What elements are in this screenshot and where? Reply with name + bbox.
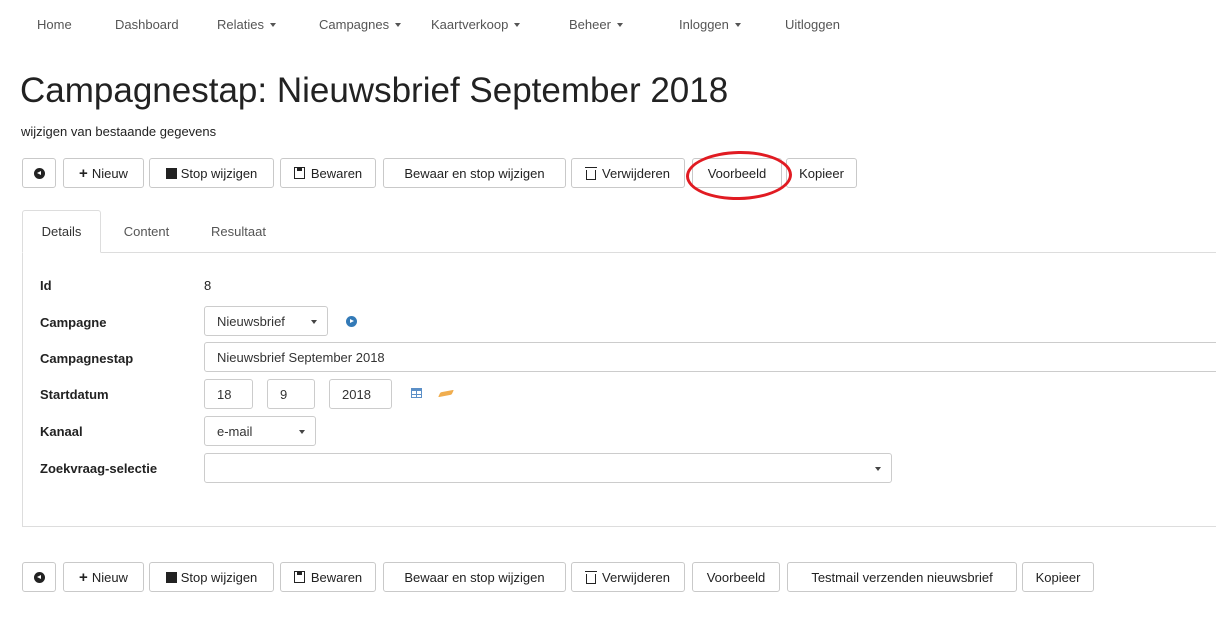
- nav-dashboard[interactable]: Dashboard: [115, 17, 179, 32]
- kanaal-select[interactable]: e-mail: [204, 416, 316, 446]
- back-circle-icon: [33, 571, 45, 583]
- campagnestap-input[interactable]: Nieuwsbrief September 2018: [204, 342, 1216, 372]
- preview-button[interactable]: Voorbeeld: [692, 562, 780, 592]
- save-button[interactable]: Bewaren: [280, 562, 376, 592]
- zoekvraag-select[interactable]: [204, 453, 892, 483]
- nav-inloggen[interactable]: Inloggen: [679, 17, 741, 32]
- save-label: Bewaren: [310, 569, 363, 585]
- save-and-stop-button[interactable]: Bewaar en stop wijzigen: [383, 158, 566, 188]
- stop-edit-button[interactable]: Stop wijzigen: [149, 158, 274, 188]
- nav-campagnes[interactable]: Campagnes: [319, 17, 402, 32]
- campagne-select-value: Nieuwsbrief: [217, 313, 285, 329]
- page-title: Campagnestap: Nieuwsbrief September 2018: [20, 71, 729, 110]
- save-label: Bewaren: [310, 165, 363, 181]
- tab-resultaat[interactable]: Resultaat: [195, 210, 282, 253]
- new-button[interactable]: + Nieuw: [63, 158, 144, 188]
- delete-label: Verwijderen: [602, 165, 670, 181]
- trash-icon: [585, 166, 598, 180]
- campagne-label: Campagne: [40, 315, 107, 330]
- page-subtitle: wijzigen van bestaande gegevens: [21, 124, 217, 139]
- stop-icon: [165, 571, 177, 583]
- tab-content[interactable]: Content: [108, 210, 185, 253]
- back-circle-icon: [33, 167, 45, 179]
- zoekvraag-label: Zoekvraag-selectie: [40, 461, 158, 476]
- back-button[interactable]: [22, 158, 56, 188]
- new-button-label: Nieuw: [91, 569, 128, 585]
- nav-campagnes-label: Campagnes: [319, 17, 390, 32]
- stop-edit-label: Stop wijzigen: [180, 569, 258, 585]
- arrow-right-circle-icon[interactable]: [346, 316, 357, 327]
- id-label: Id: [40, 278, 52, 293]
- plus-icon: +: [79, 568, 88, 586]
- nav-beheer-label: Beheer: [569, 17, 611, 32]
- nav-relaties[interactable]: Relaties: [217, 17, 276, 32]
- nav-relaties-label: Relaties: [217, 17, 264, 32]
- nav-uitloggen[interactable]: Uitloggen: [785, 17, 840, 32]
- delete-label: Verwijderen: [602, 569, 670, 585]
- delete-button[interactable]: Verwijderen: [571, 562, 685, 592]
- trash-icon: [585, 570, 598, 584]
- stop-edit-button[interactable]: Stop wijzigen: [149, 562, 274, 592]
- calendar-icon[interactable]: [411, 388, 422, 398]
- chevron-down-icon: [734, 23, 741, 27]
- chevron-down-icon: [514, 23, 521, 27]
- preview-button[interactable]: Voorbeeld: [692, 158, 782, 188]
- start-year-input[interactable]: 2018: [329, 379, 392, 409]
- save-button[interactable]: Bewaren: [280, 158, 376, 188]
- floppy-disk-icon: [293, 167, 305, 179]
- send-testmail-button[interactable]: Testmail verzenden nieuwsbrief: [787, 562, 1017, 592]
- chevron-down-icon: [875, 467, 881, 471]
- stop-icon: [165, 167, 177, 179]
- startdatum-label: Startdatum: [40, 387, 109, 402]
- chevron-down-icon: [299, 430, 305, 434]
- details-panel: [22, 252, 1216, 527]
- delete-button[interactable]: Verwijderen: [571, 158, 685, 188]
- nav-home[interactable]: Home: [37, 17, 72, 32]
- start-month-input[interactable]: 9: [267, 379, 315, 409]
- top-navbar: Home Dashboard Relaties Campagnes Kaartv…: [0, 0, 1216, 48]
- chevron-down-icon: [269, 23, 276, 27]
- nav-kaartverkoop[interactable]: Kaartverkoop: [431, 17, 521, 32]
- start-day-input[interactable]: 18: [204, 379, 253, 409]
- chevron-down-icon: [311, 320, 317, 324]
- campagnestap-label: Campagnestap: [40, 351, 134, 366]
- nav-kaartverkoop-label: Kaartverkoop: [431, 17, 509, 32]
- save-and-stop-button[interactable]: Bewaar en stop wijzigen: [383, 562, 566, 592]
- nav-beheer[interactable]: Beheer: [569, 17, 623, 32]
- id-value: 8: [204, 278, 212, 293]
- campagne-select[interactable]: Nieuwsbrief: [204, 306, 328, 336]
- new-button-label: Nieuw: [91, 165, 128, 181]
- nav-inloggen-label: Inloggen: [679, 17, 729, 32]
- chevron-down-icon: [616, 23, 623, 27]
- back-button[interactable]: [22, 562, 56, 592]
- floppy-disk-icon: [293, 571, 305, 583]
- chevron-down-icon: [395, 23, 402, 27]
- plus-icon: +: [79, 164, 88, 182]
- tab-details[interactable]: Details: [22, 210, 101, 253]
- kanaal-label: Kanaal: [40, 424, 83, 439]
- stop-edit-label: Stop wijzigen: [180, 165, 258, 181]
- copy-button[interactable]: Kopieer: [786, 158, 857, 188]
- new-button[interactable]: + Nieuw: [63, 562, 144, 592]
- kanaal-select-value: e-mail: [217, 423, 253, 439]
- copy-button[interactable]: Kopieer: [1022, 562, 1094, 592]
